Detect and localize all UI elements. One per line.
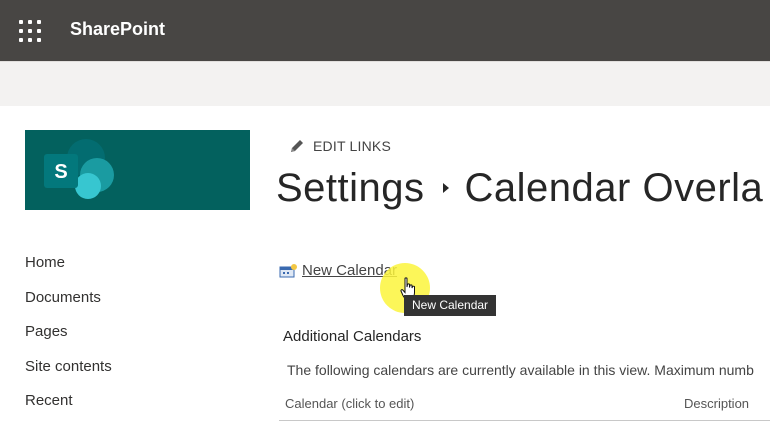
nav-item-site-contents[interactable]: Site contents xyxy=(25,358,112,375)
app-launcher-icon[interactable] xyxy=(19,20,41,42)
page-title: Settings Calendar Overla xyxy=(276,166,763,211)
nav-item-recent[interactable]: Recent xyxy=(25,392,73,409)
section-description: The following calendars are currently av… xyxy=(287,362,754,378)
new-calendar-icon xyxy=(279,263,297,277)
breadcrumb-separator-icon xyxy=(442,183,449,194)
table-divider xyxy=(279,420,770,421)
tooltip: New Calendar xyxy=(404,295,497,316)
column-header-calendar[interactable]: Calendar (click to edit) xyxy=(285,396,414,411)
suite-bar: SharePoint xyxy=(0,0,770,61)
new-calendar-link[interactable]: New Calendar xyxy=(279,262,397,279)
breadcrumb-current: Calendar Overla xyxy=(464,166,764,210)
nav-item-pages[interactable]: Pages xyxy=(25,323,68,340)
edit-links-button[interactable]: EDIT LINKS xyxy=(289,138,391,154)
edit-links-label: EDIT LINKS xyxy=(313,138,391,154)
command-bar xyxy=(0,61,770,106)
svg-text:S: S xyxy=(54,161,67,183)
site-logo[interactable]: S xyxy=(25,130,250,210)
suite-brand-link[interactable]: SharePoint xyxy=(70,19,165,40)
pencil-icon xyxy=(291,140,303,152)
nav-item-documents[interactable]: Documents xyxy=(25,289,101,306)
nav-item-home[interactable]: Home xyxy=(25,254,65,271)
column-header-description[interactable]: Description xyxy=(684,396,749,411)
sharepoint-logo-icon: S xyxy=(44,139,114,199)
section-heading: Additional Calendars xyxy=(283,328,422,345)
breadcrumb-settings[interactable]: Settings xyxy=(276,166,425,210)
